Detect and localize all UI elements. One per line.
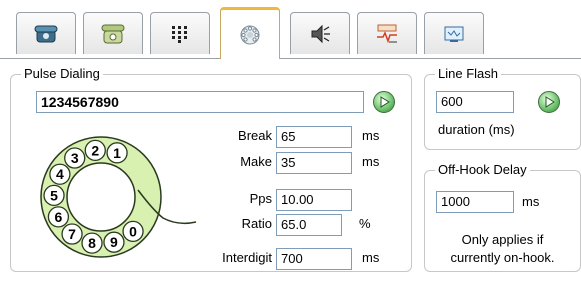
dial-digit: 9 xyxy=(110,234,118,250)
flash-caption: duration (ms) xyxy=(438,122,515,137)
play-icon xyxy=(380,96,390,108)
dial-digit: 3 xyxy=(71,150,79,166)
ratio-unit: % xyxy=(359,216,371,231)
tab-handset[interactable] xyxy=(83,12,143,54)
dial-digit: 7 xyxy=(68,226,76,242)
off-hook-delay-unit: ms xyxy=(522,194,540,209)
dial-digit: 4 xyxy=(56,166,64,182)
off-hook-delay-input[interactable]: 1000 xyxy=(436,191,514,213)
pulse-number-field[interactable]: 1234567890 xyxy=(36,91,364,113)
pps-input[interactable]: 10.00 xyxy=(276,189,352,211)
break-input[interactable]: 65 xyxy=(276,126,352,148)
make-label: Make xyxy=(240,154,272,169)
interdigit-input[interactable]: 700 xyxy=(276,248,352,270)
pulse-dial-go-button[interactable] xyxy=(373,91,395,113)
handset-icon xyxy=(101,24,125,43)
keypad-icon xyxy=(172,25,187,43)
ratio-input[interactable]: 65.0 xyxy=(276,214,342,236)
off-hook-delay-legend: Off-Hook Delay xyxy=(435,162,530,177)
off-hook-note-line1: Only applies if xyxy=(461,232,544,247)
interdigit-label: Interdigit xyxy=(222,250,272,265)
line-flash-go-button[interactable] xyxy=(538,91,560,113)
pps-label: Pps xyxy=(249,191,272,206)
ratio-label: Ratio xyxy=(241,216,272,231)
tab-rotary-dial[interactable] xyxy=(220,7,280,59)
tab-signal[interactable] xyxy=(357,12,417,54)
speaker-icon xyxy=(311,24,330,43)
make-input[interactable]: 35 xyxy=(276,152,352,174)
tab-strip xyxy=(0,0,581,60)
pulse-dialing-legend: Pulse Dialing xyxy=(21,66,103,81)
break-unit: ms xyxy=(362,128,380,143)
play-icon xyxy=(545,96,555,108)
dial-center xyxy=(66,162,136,232)
make-unit: ms xyxy=(362,154,380,169)
tab-phone[interactable] xyxy=(16,12,76,54)
rotary-dial-graphic: 1234 5 678 90 xyxy=(40,136,197,258)
interdigit-unit: ms xyxy=(362,250,380,265)
line-flash-legend: Line Flash xyxy=(435,66,501,81)
rotary-dial-icon xyxy=(240,25,260,44)
dial-digit: 1 xyxy=(113,145,121,161)
dial-digit: 8 xyxy=(88,235,96,251)
dial-digit: 5 xyxy=(50,187,58,203)
off-hook-note-line2: currently on-hook. xyxy=(450,250,555,265)
dial-digit: 6 xyxy=(55,209,63,225)
signal-icon xyxy=(377,24,397,43)
break-label: Break xyxy=(238,128,272,143)
dial-digit: 0 xyxy=(129,223,137,239)
tab-speaker[interactable] xyxy=(290,12,350,54)
phone-icon xyxy=(34,25,58,42)
flash-duration-input[interactable]: 600 xyxy=(436,91,514,113)
display-icon xyxy=(444,26,464,42)
tab-display[interactable] xyxy=(424,12,484,54)
tab-keypad[interactable] xyxy=(150,12,210,54)
dial-digit: 2 xyxy=(91,142,99,158)
